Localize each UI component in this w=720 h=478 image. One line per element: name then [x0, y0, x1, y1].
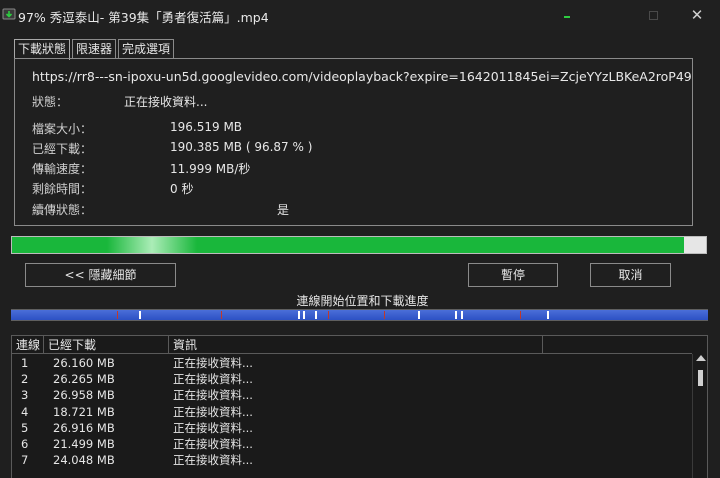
cancel-button[interactable]: 取消	[590, 263, 671, 287]
connection-downloaded: 24.048 MB	[53, 453, 115, 468]
table-row[interactable]: 5 26.916 MB 正在接收資料...	[12, 420, 692, 436]
connection-downloaded: 26.916 MB	[53, 420, 115, 435]
download-status-panel: https://rr8---sn-ipoxu-un5d.googlevideo.…	[14, 58, 693, 226]
connection-info: 正在接收資料...	[173, 453, 253, 468]
connection-segments-bar	[11, 309, 708, 321]
connection-id: 1	[21, 356, 29, 370]
connection-info: 正在接收資料...	[173, 420, 253, 435]
column-header-info[interactable]: 資訊	[169, 336, 543, 354]
tab-speed-limiter[interactable]: 限速器	[72, 39, 117, 59]
segment-start-mark	[328, 311, 329, 319]
table-row[interactable]: 1 26.160 MB 正在接收資料...	[12, 355, 692, 371]
downloaded-value: 190.385 MB ( 96.87 % )	[170, 140, 313, 154]
download-url: https://rr8---sn-ipoxu-un5d.googlevideo.…	[32, 69, 692, 84]
segment-start-mark	[520, 311, 521, 319]
connection-downloaded: 18.721 MB	[53, 404, 115, 419]
close-button[interactable]: ✕	[674, 0, 720, 30]
resume-status-label: 續傳狀態：	[32, 203, 93, 217]
table-row[interactable]: 4 18.721 MB 正在接收資料...	[12, 404, 692, 420]
connection-info: 正在接收資料...	[173, 388, 253, 403]
connections-table: 連線 已經下載 資訊 1 26.160 MB 正在接收資料... 2 26.265 MB…	[11, 335, 708, 478]
connection-downloaded: 26.160 MB	[53, 356, 115, 370]
progress-shine	[107, 237, 197, 253]
segment-start-mark	[384, 311, 385, 319]
speed-label: 傳輸速度：	[32, 162, 93, 176]
column-header-downloaded[interactable]: 已經下載	[44, 336, 169, 354]
remaining-time-value: 0 秒	[170, 182, 194, 196]
speed-value: 11.999 MB/秒	[170, 162, 251, 176]
download-progress-bar	[11, 236, 707, 254]
status-label: 狀態：	[32, 95, 69, 109]
maximize-button[interactable]	[630, 0, 676, 30]
connection-info: 正在接收資料...	[173, 437, 253, 451]
connection-id: 4	[21, 404, 29, 419]
idm-download-icon	[2, 8, 16, 20]
table-header: 連線 已經下載 資訊	[12, 336, 692, 354]
tab-strip: 下載狀態 限速器 完成選項	[14, 39, 176, 60]
connection-downloaded: 21.499 MB	[53, 437, 115, 451]
column-header-connection[interactable]: 連線	[12, 336, 44, 354]
table-row[interactable]: 7 24.048 MB 正在接收資料...	[12, 452, 692, 468]
scroll-up-arrow-icon[interactable]	[696, 355, 706, 361]
segment-progress-mark	[547, 311, 549, 319]
vertical-scrollbar[interactable]	[692, 354, 707, 478]
connection-downloaded: 26.958 MB	[53, 388, 115, 403]
connection-info: 正在接收資料...	[173, 356, 253, 370]
hide-details-button[interactable]: << 隱藏細節	[25, 263, 176, 287]
connection-id: 5	[21, 420, 29, 435]
title-bar: 97% 秀逗泰山- 第39集「勇者復活篇」.mp4 ✕	[0, 0, 720, 30]
segment-progress-mark	[298, 311, 300, 319]
tab-completion-options[interactable]: 完成選項	[118, 39, 175, 59]
connection-info: 正在接收資料...	[173, 372, 253, 387]
segment-start-mark	[221, 311, 222, 319]
window-title: 97% 秀逗泰山- 第39集「勇者復活篇」.mp4	[18, 10, 269, 25]
remaining-time-label: 剩餘時間：	[32, 182, 93, 196]
segment-progress-mark	[315, 311, 317, 319]
close-icon: ✕	[690, 6, 704, 24]
segment-progress-mark	[418, 311, 420, 319]
file-size-label: 檔案大小：	[32, 122, 93, 136]
maximize-icon	[648, 10, 658, 20]
table-row[interactable]: 2 26.265 MB 正在接收資料...	[12, 371, 692, 387]
table-row[interactable]: 6 21.499 MB 正在接收資料...	[12, 436, 692, 452]
scrollbar-thumb[interactable]	[698, 370, 703, 386]
tab-download-status[interactable]: 下載狀態	[14, 39, 71, 60]
connection-id: 6	[21, 437, 29, 451]
connection-info: 正在接收資料...	[173, 404, 253, 419]
resume-status-value: 是	[277, 203, 290, 217]
pause-button[interactable]: 暫停	[468, 263, 558, 287]
connection-id: 7	[21, 453, 29, 468]
column-header-extra[interactable]	[543, 336, 692, 354]
segment-start-mark	[117, 311, 118, 319]
connection-id: 3	[21, 388, 29, 403]
segment-progress-mark	[139, 311, 141, 319]
segment-progress-mark	[461, 311, 463, 319]
table-row[interactable]: 3 26.958 MB 正在接收資料...	[12, 387, 692, 403]
file-size-value: 196.519 MB	[170, 120, 243, 134]
segment-progress-mark	[455, 311, 457, 319]
minimize-icon	[564, 16, 570, 18]
connection-id: 2	[21, 372, 29, 387]
connection-downloaded: 26.265 MB	[53, 372, 115, 387]
segment-progress-mark	[303, 311, 305, 319]
minimize-button[interactable]	[544, 0, 590, 30]
downloaded-label: 已經下載：	[32, 142, 93, 156]
status-value: 正在接收資料...	[124, 95, 208, 109]
segments-caption: 連線開始位置和下載進度	[296, 294, 429, 308]
